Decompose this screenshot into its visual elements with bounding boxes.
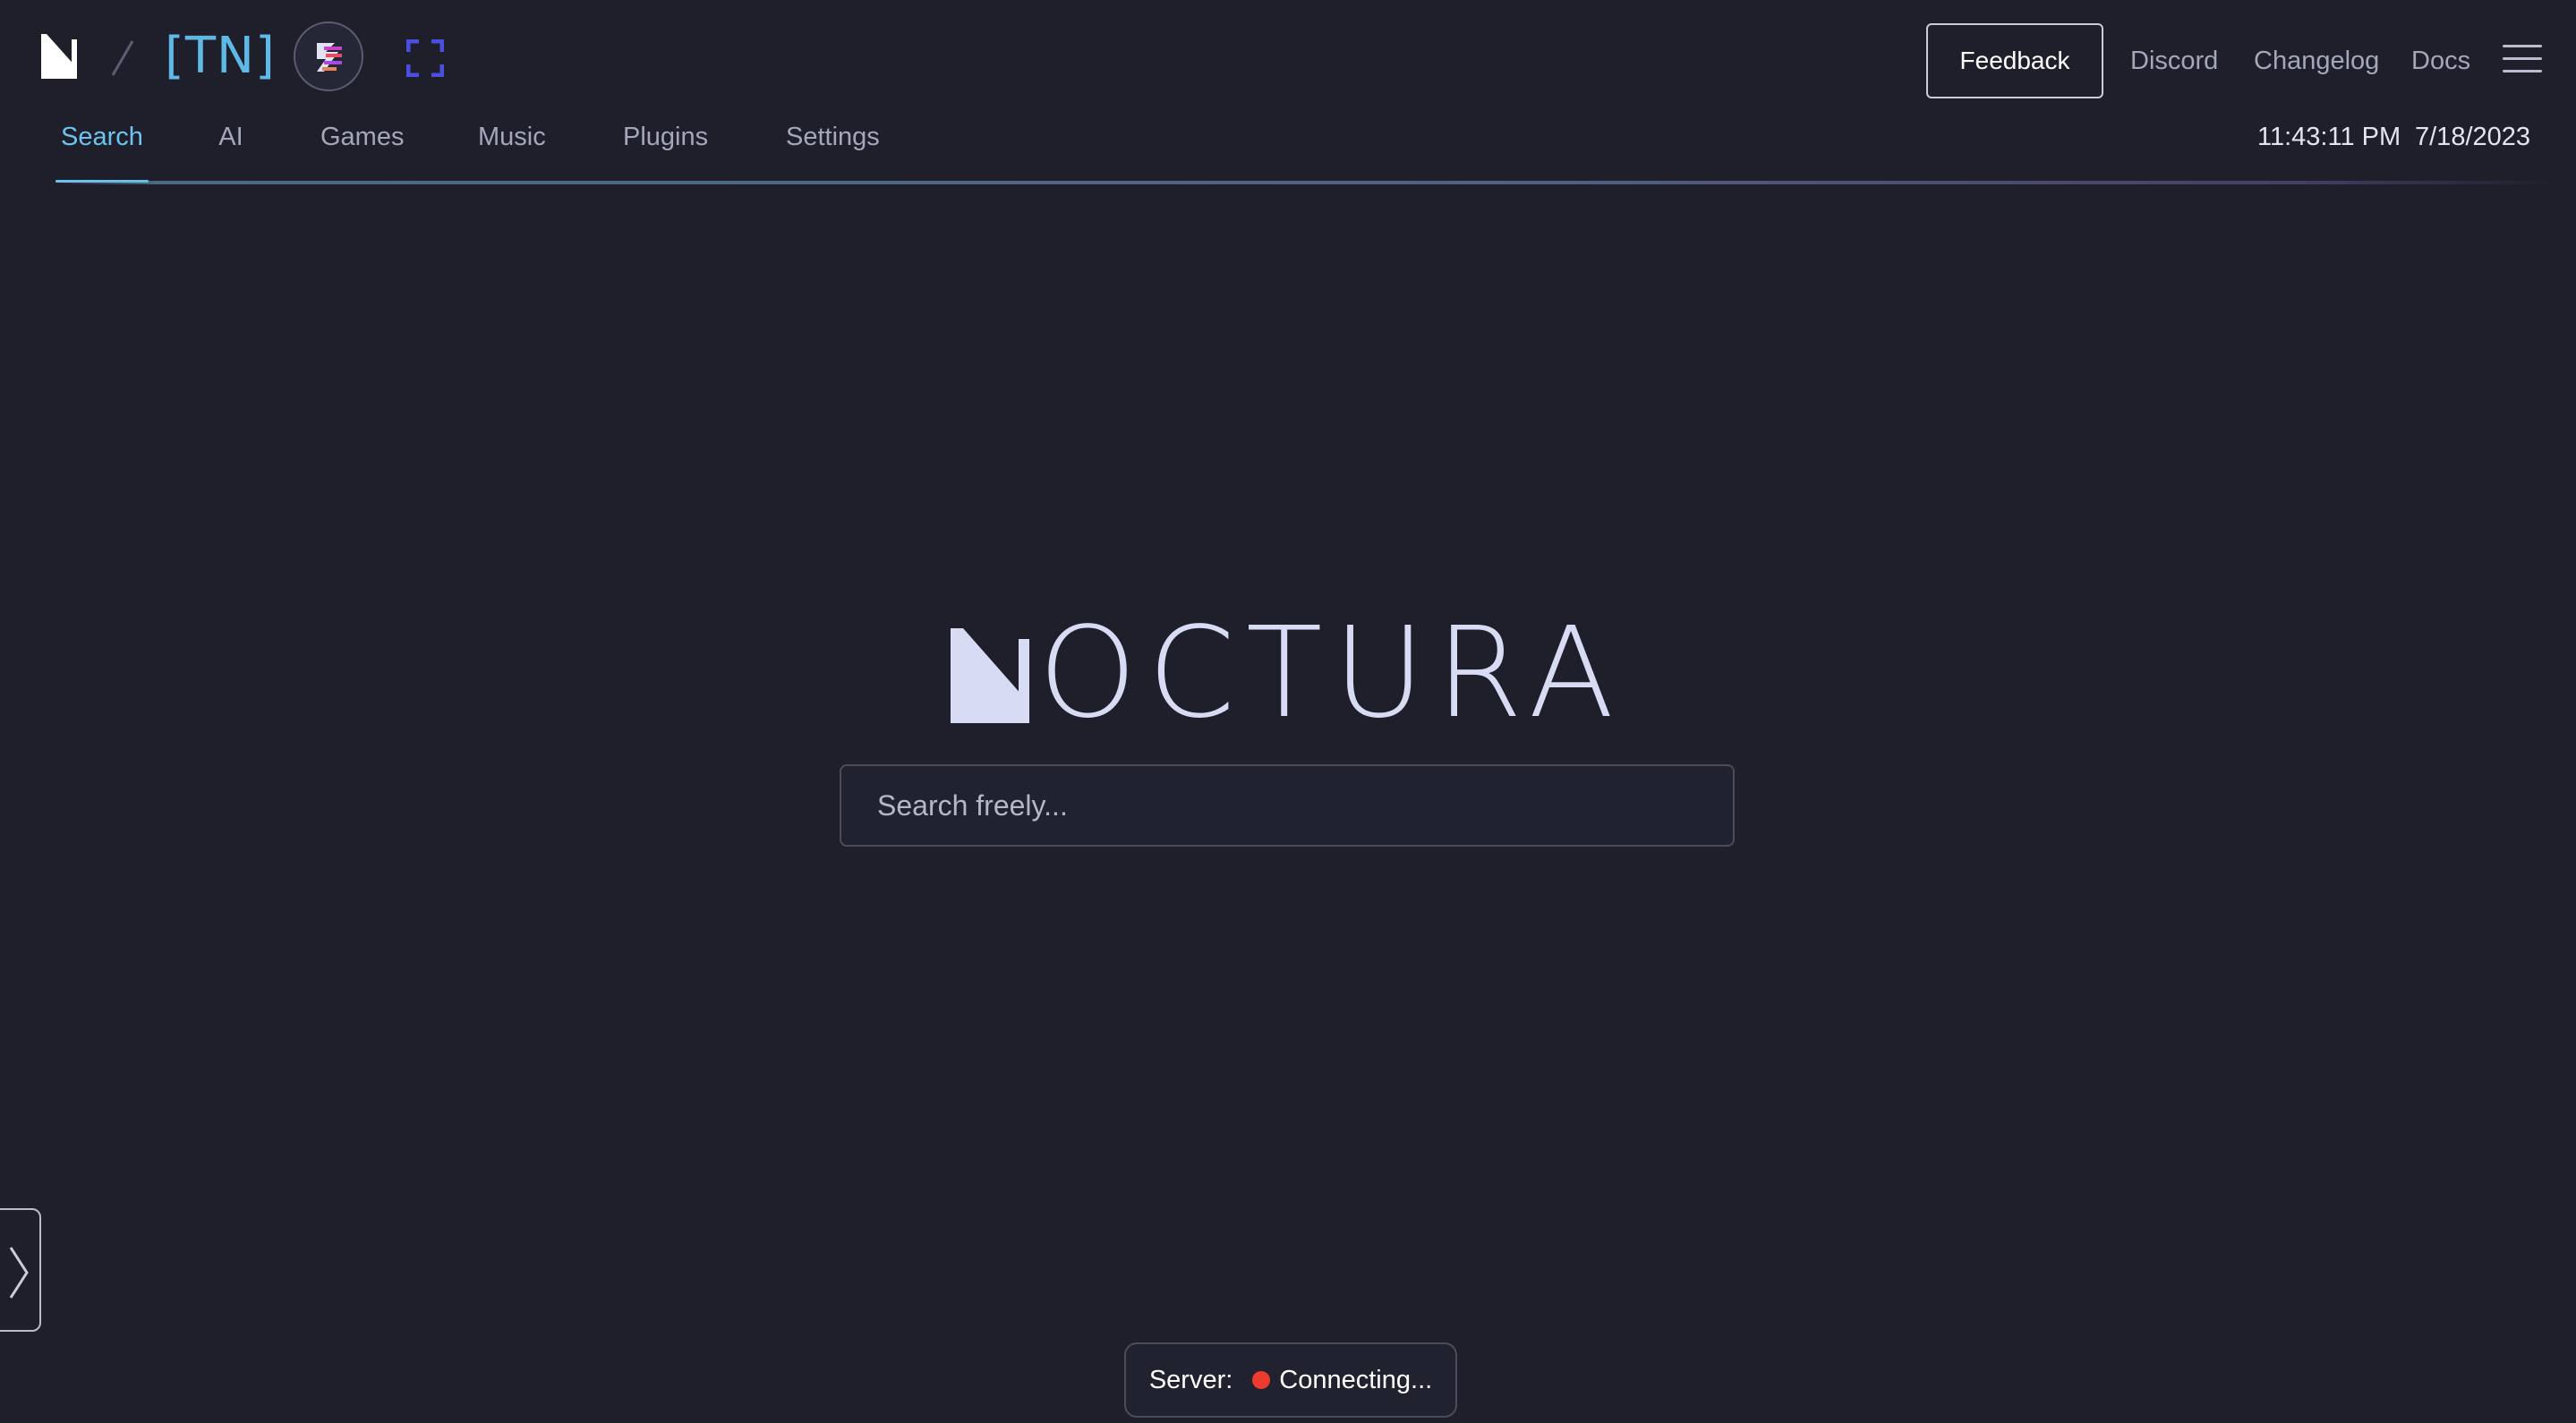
breadcrumb-slash	[111, 40, 134, 76]
header-divider	[55, 181, 2553, 184]
server-status: Server: Connecting...	[1124, 1342, 1457, 1418]
tab-search[interactable]: Search	[55, 115, 149, 184]
noctura-wordmark: OCTURA	[1038, 601, 1625, 746]
clock-time: 11:43:11 PM	[2257, 123, 2401, 151]
top-bar: [TN] Feedback Discord Changelog Docs	[0, 0, 2576, 116]
chevron-right-icon	[9, 1247, 29, 1299]
tab-settings[interactable]: Settings	[780, 115, 883, 184]
hamburger-menu-icon[interactable]	[2503, 43, 2542, 75]
tab-games[interactable]: Games	[315, 115, 404, 184]
tn-logo[interactable]: [TN]	[165, 25, 276, 88]
partner-logo-icon[interactable]	[294, 21, 363, 91]
changelog-link[interactable]: Changelog	[2254, 39, 2379, 82]
noctura-n-mark-icon	[951, 628, 1029, 723]
fullscreen-icon[interactable]	[406, 39, 444, 77]
docs-link[interactable]: Docs	[2411, 39, 2470, 82]
tab-ai[interactable]: AI	[211, 115, 251, 184]
discord-link[interactable]: Discord	[2130, 39, 2218, 82]
search-input[interactable]	[840, 764, 1735, 847]
noctura-n-icon[interactable]	[41, 34, 77, 79]
clock-date: 7/18/2023	[2415, 123, 2531, 151]
tab-music[interactable]: Music	[473, 115, 550, 184]
status-dot-icon	[1252, 1371, 1271, 1389]
server-label: Server:	[1148, 1365, 1233, 1394]
app-page: [TN] Feedback Discord Changelog Docs Sea…	[0, 0, 2576, 1423]
noctura-hero-logo: OCTURA	[951, 601, 1631, 746]
feedback-button[interactable]: Feedback	[1926, 23, 2103, 98]
sidebar-toggle-button[interactable]	[0, 1208, 41, 1332]
server-state: Connecting...	[1279, 1365, 1433, 1394]
tab-plugins[interactable]: Plugins	[618, 115, 712, 184]
main-tabs: Search AI Games Music Plugins Settings	[0, 115, 1074, 184]
